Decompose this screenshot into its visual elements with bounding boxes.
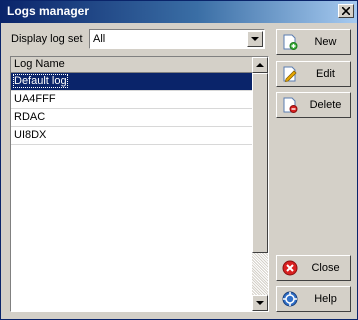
vertical-scrollbar[interactable] [252, 57, 268, 311]
column-header-log-name[interactable]: Log Name [11, 57, 252, 73]
chevron-up-icon [256, 63, 264, 67]
help-circle-icon [282, 291, 298, 307]
list-item[interactable]: UI8DX [11, 127, 252, 145]
chevron-down-icon [251, 37, 259, 41]
list-item[interactable]: UA4FFF [11, 91, 252, 109]
delete-document-icon [283, 97, 298, 113]
log-list[interactable]: Log Name Default log UA4FFF RDAC UI8DX [10, 56, 269, 312]
list-item[interactable]: RDAC [11, 109, 252, 127]
display-log-set-select[interactable]: All [89, 29, 265, 49]
logs-manager-window: Logs manager Display log set All Log Nam… [0, 0, 358, 320]
help-button[interactable]: Help [276, 286, 351, 312]
new-button[interactable]: New [276, 29, 351, 55]
list-item[interactable]: Default log [11, 73, 252, 91]
edit-document-icon [283, 66, 297, 82]
title-bar[interactable]: Logs manager [1, 1, 357, 23]
window-title: Logs manager [7, 4, 90, 18]
delete-button[interactable]: Delete [276, 92, 351, 118]
scroll-down-button[interactable] [252, 295, 268, 311]
window-close-button[interactable] [338, 4, 354, 18]
chevron-down-icon [256, 301, 264, 305]
new-document-icon [283, 34, 298, 50]
scroll-thumb[interactable] [252, 73, 268, 253]
dropdown-arrow-button[interactable] [247, 31, 263, 47]
close-button[interactable]: Close [276, 255, 351, 281]
close-icon [342, 7, 350, 15]
scroll-up-button[interactable] [252, 57, 268, 73]
red-close-circle-icon [282, 260, 298, 276]
display-log-set-value: All [93, 33, 106, 45]
edit-button[interactable]: Edit [276, 61, 351, 87]
display-log-set-label: Display log set [11, 33, 83, 45]
